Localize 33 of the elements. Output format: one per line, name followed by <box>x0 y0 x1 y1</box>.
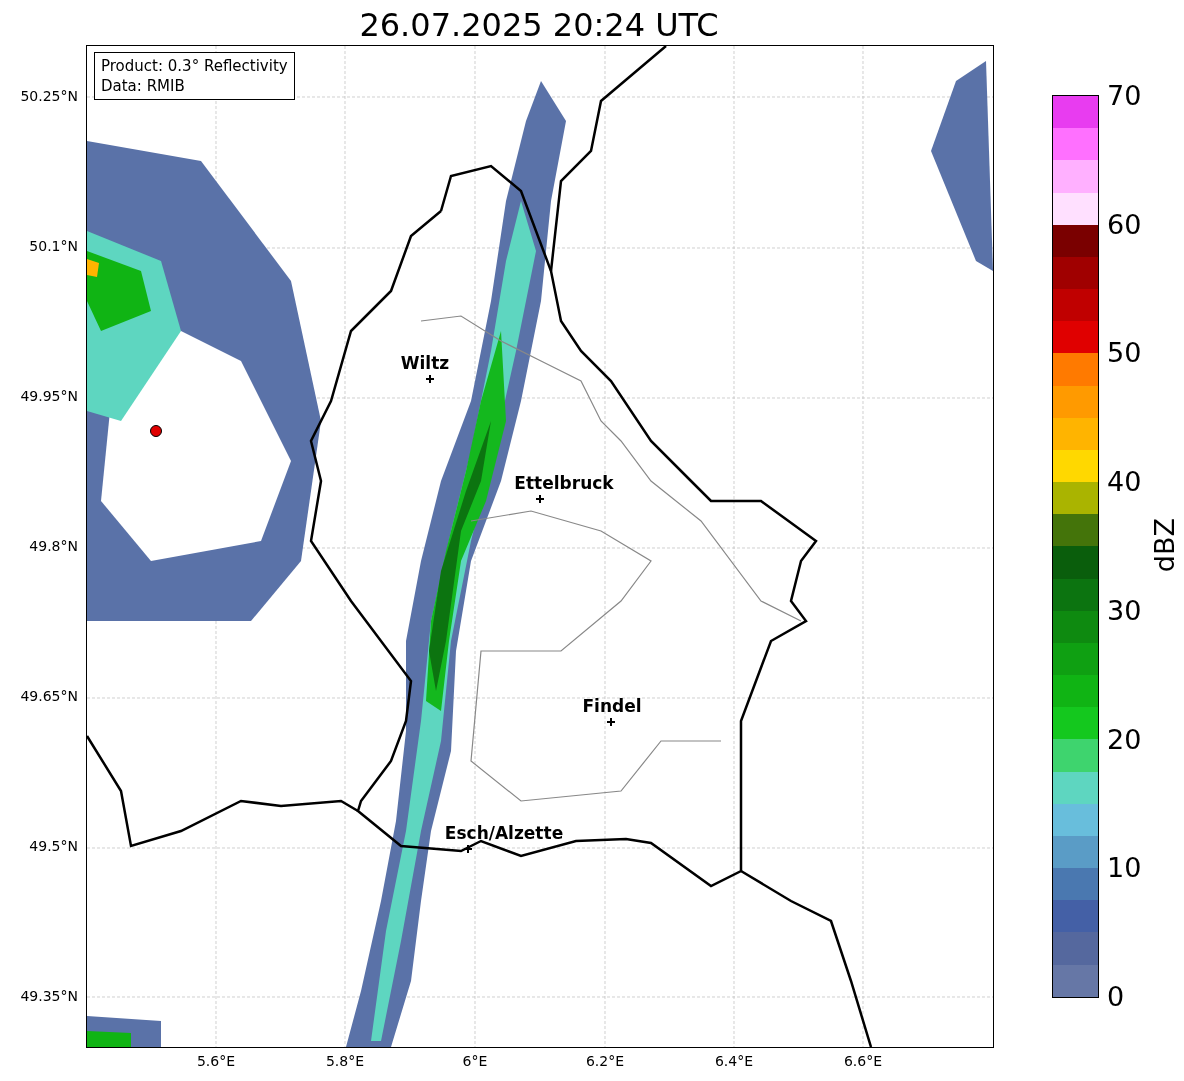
city-label: Esch/Alzette <box>444 823 564 843</box>
colorbar-label: dBZ <box>1149 518 1181 573</box>
city-label: Wiltz <box>400 353 450 373</box>
axis-tick-label: 49.8°N <box>29 538 78 554</box>
chart-title: 26.07.2025 20:24 UTC <box>359 5 719 45</box>
city-marker-icon <box>536 495 544 503</box>
colorbar-tick-label: 50 <box>1107 336 1142 368</box>
colorbar-tick-label: 0 <box>1107 980 1125 1012</box>
axis-tick-label: 6°E <box>462 1053 488 1069</box>
legend-text: Product: 0.3° Reflectivity <box>101 56 288 76</box>
colorbar-tick-label: 20 <box>1107 723 1142 755</box>
legend-text: Data: RMIB <box>101 76 186 96</box>
axis-tick-label: 6.4°E <box>714 1053 754 1069</box>
axis-tick-label: 5.8°E <box>325 1053 365 1069</box>
axis-tick-label: 50.25°N <box>20 88 78 104</box>
axis-tick-label: 5.6°E <box>196 1053 236 1069</box>
axis-tick-label: 50.1°N <box>29 238 78 254</box>
colorbar-tick-label: 70 <box>1107 79 1142 111</box>
colorbar-tick-label: 30 <box>1107 594 1142 626</box>
city-label: Findel <box>582 696 642 716</box>
axis-tick-label: 49.35°N <box>20 988 78 1004</box>
axis-tick-label: 49.95°N <box>20 388 78 404</box>
axis-tick-label: 6.6°E <box>843 1053 883 1069</box>
city-marker-icon <box>607 718 615 726</box>
colorbar-tick-label: 60 <box>1107 208 1142 240</box>
city-marker-icon <box>464 845 472 853</box>
colorbar-tick-label: 40 <box>1107 465 1142 497</box>
axis-tick-label: 49.65°N <box>20 688 78 704</box>
axis-tick-label: 49.5°N <box>29 838 78 854</box>
colorbar-tick-label: 10 <box>1107 851 1142 883</box>
city-marker-icon <box>426 375 434 383</box>
axis-tick-label: 6.2°E <box>585 1053 625 1069</box>
city-label: Ettelbruck <box>514 473 614 493</box>
